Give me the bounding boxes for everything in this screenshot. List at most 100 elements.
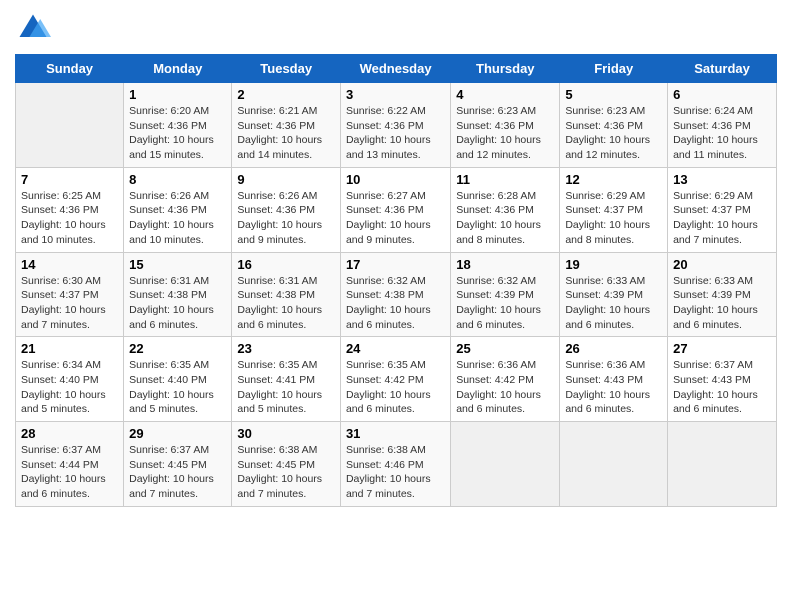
day-number: 24 [346, 341, 445, 356]
day-info: Sunrise: 6:37 AMSunset: 4:43 PMDaylight:… [673, 358, 771, 417]
day-number: 3 [346, 87, 445, 102]
calendar-cell: 19 Sunrise: 6:33 AMSunset: 4:39 PMDayligh… [560, 252, 668, 337]
day-number: 9 [237, 172, 335, 187]
header-tuesday: Tuesday [232, 55, 341, 83]
day-number: 20 [673, 257, 771, 272]
day-info: Sunrise: 6:36 AMSunset: 4:42 PMDaylight:… [456, 358, 554, 417]
header-saturday: Saturday [668, 55, 777, 83]
day-number: 7 [21, 172, 118, 187]
day-number: 14 [21, 257, 118, 272]
logo [15, 10, 55, 46]
day-info: Sunrise: 6:31 AMSunset: 4:38 PMDaylight:… [129, 274, 226, 333]
day-number: 1 [129, 87, 226, 102]
calendar-week-3: 14 Sunrise: 6:30 AMSunset: 4:37 PMDayligh… [16, 252, 777, 337]
header-friday: Friday [560, 55, 668, 83]
calendar-cell: 13Sunrise: 6:29 AMSunset: 4:37 PMDayligh… [668, 167, 777, 252]
calendar-cell: 1Sunrise: 6:20 AMSunset: 4:36 PMDaylight… [124, 83, 232, 168]
day-number: 30 [237, 426, 335, 441]
calendar-cell: 5Sunrise: 6:23 AMSunset: 4:36 PMDaylight… [560, 83, 668, 168]
day-info: Sunrise: 6:29 AMSunset: 4:37 PMDaylight:… [565, 189, 662, 248]
header-wednesday: Wednesday [340, 55, 450, 83]
day-number: 31 [346, 426, 445, 441]
day-info: Sunrise: 6:33 AMSunset: 4:39 PMDaylight:… [565, 274, 662, 333]
day-info: Sunrise: 6:23 AMSunset: 4:36 PMDaylight:… [456, 104, 554, 163]
day-number: 6 [673, 87, 771, 102]
calendar-cell: 25 Sunrise: 6:36 AMSunset: 4:42 PMDayligh… [451, 337, 560, 422]
calendar-cell: 10 Sunrise: 6:27 AMSunset: 4:36 PMDayligh… [340, 167, 450, 252]
calendar-cell [560, 422, 668, 507]
day-number: 4 [456, 87, 554, 102]
day-number: 15 [129, 257, 226, 272]
day-info: Sunrise: 6:32 AMSunset: 4:39 PMDaylight:… [456, 274, 554, 333]
calendar-cell: 27Sunrise: 6:37 AMSunset: 4:43 PMDayligh… [668, 337, 777, 422]
calendar-cell [16, 83, 124, 168]
day-info: Sunrise: 6:36 AMSunset: 4:43 PMDaylight:… [565, 358, 662, 417]
day-info: Sunrise: 6:30 AMSunset: 4:37 PMDaylight:… [21, 274, 118, 333]
day-info: Sunrise: 6:37 AMSunset: 4:45 PMDaylight:… [129, 443, 226, 502]
day-number: 29 [129, 426, 226, 441]
day-number: 26 [565, 341, 662, 356]
calendar-cell: 31 Sunrise: 6:38 AMSunset: 4:46 PMDayligh… [340, 422, 450, 507]
calendar-cell: 24 Sunrise: 6:35 AMSunset: 4:42 PMDayligh… [340, 337, 450, 422]
day-info: Sunrise: 6:28 AMSunset: 4:36 PMDaylight:… [456, 189, 554, 248]
day-info: Sunrise: 6:22 AMSunset: 4:36 PMDaylight:… [346, 104, 445, 163]
calendar-cell: 30Sunrise: 6:38 AMSunset: 4:45 PMDayligh… [232, 422, 341, 507]
calendar-cell: 2Sunrise: 6:21 AMSunset: 4:36 PMDaylight… [232, 83, 341, 168]
day-info: Sunrise: 6:31 AMSunset: 4:38 PMDaylight:… [237, 274, 335, 333]
calendar-cell: 12 Sunrise: 6:29 AMSunset: 4:37 PMDayligh… [560, 167, 668, 252]
day-info: Sunrise: 6:25 AMSunset: 4:36 PMDaylight:… [21, 189, 118, 248]
calendar-week-2: 7 Sunrise: 6:25 AMSunset: 4:36 PMDaylight… [16, 167, 777, 252]
day-number: 8 [129, 172, 226, 187]
calendar-cell: 9 Sunrise: 6:26 AMSunset: 4:36 PMDaylight… [232, 167, 341, 252]
header-sunday: Sunday [16, 55, 124, 83]
day-number: 19 [565, 257, 662, 272]
calendar-cell: 6Sunrise: 6:24 AMSunset: 4:36 PMDaylight… [668, 83, 777, 168]
day-info: Sunrise: 6:27 AMSunset: 4:36 PMDaylight:… [346, 189, 445, 248]
calendar-cell [451, 422, 560, 507]
day-info: Sunrise: 6:35 AMSunset: 4:41 PMDaylight:… [237, 358, 335, 417]
day-number: 18 [456, 257, 554, 272]
calendar-week-1: 1Sunrise: 6:20 AMSunset: 4:36 PMDaylight… [16, 83, 777, 168]
calendar-cell: 17 Sunrise: 6:32 AMSunset: 4:38 PMDayligh… [340, 252, 450, 337]
calendar-header-row: SundayMondayTuesdayWednesdayThursdayFrid… [16, 55, 777, 83]
day-info: Sunrise: 6:37 AMSunset: 4:44 PMDaylight:… [21, 443, 118, 502]
day-number: 17 [346, 257, 445, 272]
day-number: 10 [346, 172, 445, 187]
day-number: 22 [129, 341, 226, 356]
calendar-cell: 8 Sunrise: 6:26 AMSunset: 4:36 PMDaylight… [124, 167, 232, 252]
calendar-cell: 29 Sunrise: 6:37 AMSunset: 4:45 PMDayligh… [124, 422, 232, 507]
day-number: 12 [565, 172, 662, 187]
calendar-cell: 18 Sunrise: 6:32 AMSunset: 4:39 PMDayligh… [451, 252, 560, 337]
header [15, 10, 777, 46]
day-number: 28 [21, 426, 118, 441]
day-number: 23 [237, 341, 335, 356]
calendar-cell: 22Sunrise: 6:35 AMSunset: 4:40 PMDayligh… [124, 337, 232, 422]
calendar-cell: 3 Sunrise: 6:22 AMSunset: 4:36 PMDaylight… [340, 83, 450, 168]
header-thursday: Thursday [451, 55, 560, 83]
calendar-cell: 7 Sunrise: 6:25 AMSunset: 4:36 PMDaylight… [16, 167, 124, 252]
calendar-cell: 11 Sunrise: 6:28 AMSunset: 4:36 PMDayligh… [451, 167, 560, 252]
calendar-cell: 15 Sunrise: 6:31 AMSunset: 4:38 PMDayligh… [124, 252, 232, 337]
day-info: Sunrise: 6:26 AMSunset: 4:36 PMDaylight:… [237, 189, 335, 248]
calendar-cell: 28 Sunrise: 6:37 AMSunset: 4:44 PMDayligh… [16, 422, 124, 507]
day-info: Sunrise: 6:32 AMSunset: 4:38 PMDaylight:… [346, 274, 445, 333]
day-info: Sunrise: 6:23 AMSunset: 4:36 PMDaylight:… [565, 104, 662, 163]
calendar: SundayMondayTuesdayWednesdayThursdayFrid… [15, 54, 777, 507]
day-info: Sunrise: 6:26 AMSunset: 4:36 PMDaylight:… [129, 189, 226, 248]
day-number: 2 [237, 87, 335, 102]
day-info: Sunrise: 6:34 AMSunset: 4:40 PMDaylight:… [21, 358, 118, 417]
calendar-week-5: 28 Sunrise: 6:37 AMSunset: 4:44 PMDayligh… [16, 422, 777, 507]
day-info: Sunrise: 6:38 AMSunset: 4:46 PMDaylight:… [346, 443, 445, 502]
calendar-cell: 26 Sunrise: 6:36 AMSunset: 4:43 PMDayligh… [560, 337, 668, 422]
logo-icon [15, 10, 51, 46]
day-info: Sunrise: 6:33 AMSunset: 4:39 PMDaylight:… [673, 274, 771, 333]
day-number: 25 [456, 341, 554, 356]
calendar-cell: 4 Sunrise: 6:23 AMSunset: 4:36 PMDaylight… [451, 83, 560, 168]
calendar-week-4: 21Sunrise: 6:34 AMSunset: 4:40 PMDayligh… [16, 337, 777, 422]
day-number: 13 [673, 172, 771, 187]
calendar-cell: 23 Sunrise: 6:35 AMSunset: 4:41 PMDayligh… [232, 337, 341, 422]
day-number: 11 [456, 172, 554, 187]
day-info: Sunrise: 6:35 AMSunset: 4:42 PMDaylight:… [346, 358, 445, 417]
calendar-cell: 14 Sunrise: 6:30 AMSunset: 4:37 PMDayligh… [16, 252, 124, 337]
calendar-cell: 21Sunrise: 6:34 AMSunset: 4:40 PMDayligh… [16, 337, 124, 422]
